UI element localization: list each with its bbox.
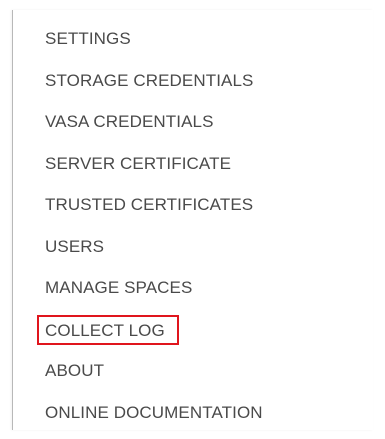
menu-item-label: ABOUT bbox=[45, 356, 104, 386]
menu-item-label: ONLINE DOCUMENTATION bbox=[45, 398, 263, 428]
menu-item-server-certificate[interactable]: SERVER CERTIFICATE bbox=[13, 149, 373, 191]
menu-item-label: SETTINGS bbox=[45, 24, 131, 54]
menu-item-label: USERS bbox=[45, 232, 104, 262]
menu-item-settings[interactable]: SETTINGS bbox=[13, 24, 373, 66]
menu-item-label: VASA CREDENTIALS bbox=[45, 107, 214, 137]
menu-item-about[interactable]: ABOUT bbox=[13, 356, 373, 398]
menu-item-online-documentation[interactable]: ONLINE DOCUMENTATION bbox=[13, 398, 373, 439]
menu-item-label: MANAGE SPACES bbox=[45, 273, 192, 303]
menu-list: SETTINGS STORAGE CREDENTIALS VASA CREDEN… bbox=[13, 24, 373, 439]
menu-item-label: STORAGE CREDENTIALS bbox=[45, 66, 253, 96]
menu-item-collect-log[interactable]: COLLECT LOG bbox=[13, 315, 373, 357]
highlight-box: COLLECT LOG bbox=[37, 315, 179, 345]
menu-item-storage-credentials[interactable]: STORAGE CREDENTIALS bbox=[13, 66, 373, 108]
menu-item-vasa-credentials[interactable]: VASA CREDENTIALS bbox=[13, 107, 373, 149]
menu-item-manage-spaces[interactable]: MANAGE SPACES bbox=[13, 273, 373, 315]
menu-item-users[interactable]: USERS bbox=[13, 232, 373, 274]
dropdown-menu: SETTINGS STORAGE CREDENTIALS VASA CREDEN… bbox=[12, 10, 373, 430]
menu-item-label: TRUSTED CERTIFICATES bbox=[45, 190, 253, 220]
menu-item-trusted-certificates[interactable]: TRUSTED CERTIFICATES bbox=[13, 190, 373, 232]
menu-item-label: SERVER CERTIFICATE bbox=[45, 149, 231, 179]
